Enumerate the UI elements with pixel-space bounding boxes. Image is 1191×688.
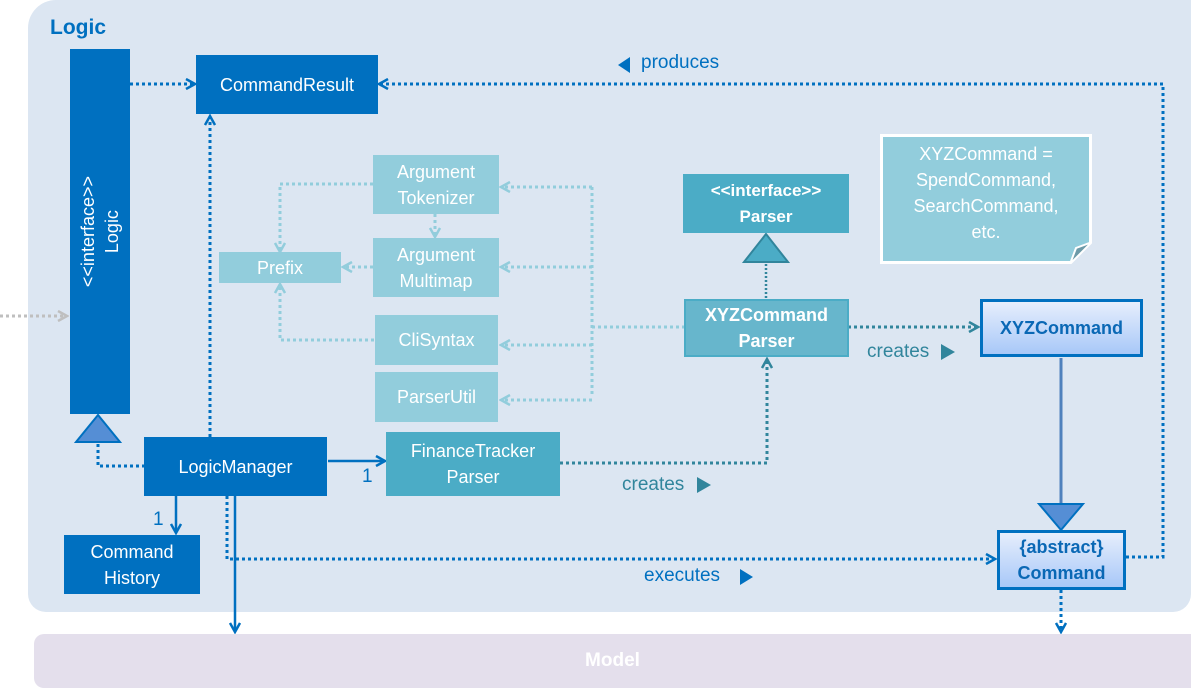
command-history-line2: History bbox=[103, 567, 160, 588]
logic-manager-box[interactable]: LogicManager bbox=[144, 437, 327, 496]
argument-multimap-box[interactable]: Argument Multimap bbox=[373, 238, 499, 297]
logic-interface-name: Logic bbox=[102, 209, 122, 254]
argument-multimap-line1: Argument bbox=[396, 244, 476, 265]
command-result-name: CommandResult bbox=[219, 74, 355, 95]
prefix-box[interactable]: Prefix bbox=[219, 252, 341, 283]
produces-label: produces bbox=[641, 52, 720, 73]
abstract-command-name: Command bbox=[1017, 563, 1106, 583]
parser-interface-name: Parser bbox=[739, 206, 793, 226]
cli-syntax-box[interactable]: CliSyntax bbox=[375, 315, 498, 365]
note-fold-corner-icon bbox=[1069, 241, 1092, 264]
parser-interface-box[interactable]: <<interface>> Parser bbox=[683, 174, 849, 233]
abstract-command-stereotype: {abstract} bbox=[1019, 537, 1104, 557]
note-line: SearchCommand, bbox=[913, 196, 1059, 216]
argument-tokenizer-line1: Argument bbox=[396, 161, 476, 182]
clisyntax-to-prefix-arrow bbox=[280, 284, 374, 342]
logic-interface-stereotype: <<interface>> bbox=[78, 175, 98, 288]
parser-util-box[interactable]: ParserUtil bbox=[375, 372, 498, 422]
executes-label: executes bbox=[644, 565, 721, 586]
cli-syntax-name: CliSyntax bbox=[398, 330, 475, 350]
logic-realization-line bbox=[96, 443, 145, 468]
finance-tracker-parser-box[interactable]: FinanceTracker Parser bbox=[386, 432, 560, 496]
note-line: etc. bbox=[971, 222, 1001, 242]
xyz-command-parser-line2: Parser bbox=[738, 331, 795, 351]
parser-util-name: ParserUtil bbox=[396, 387, 476, 407]
prefix-name: Prefix bbox=[256, 257, 303, 278]
creates-label-ftparser: creates bbox=[622, 474, 685, 495]
creates-label-xyz: creates bbox=[867, 341, 930, 362]
finance-tracker-parser-line1: FinanceTracker bbox=[410, 441, 536, 461]
executes-direction-icon bbox=[740, 569, 753, 585]
note-line: XYZCommand = bbox=[919, 144, 1053, 164]
parser-interface-stereotype: <<interface>> bbox=[710, 180, 822, 200]
logic-realization-triangle bbox=[73, 413, 123, 443]
creates-direction-icon-2 bbox=[697, 477, 711, 493]
logic-interface-box[interactable]: <<interface>> Logic bbox=[70, 49, 130, 414]
tokenizer-to-prefix-arrow bbox=[280, 182, 373, 252]
executes-arrow bbox=[225, 496, 995, 559]
argument-tokenizer-box[interactable]: Argument Tokenizer bbox=[373, 155, 499, 214]
history-multiplicity: 1 bbox=[153, 509, 164, 530]
finance-tracker-parser-line2: Parser bbox=[446, 467, 500, 487]
parser-realization-triangle bbox=[741, 232, 791, 263]
xyz-command-name: XYZCommand bbox=[999, 318, 1123, 338]
xyz-command-box[interactable]: XYZCommand bbox=[980, 299, 1143, 357]
note-line: SpendCommand, bbox=[915, 170, 1057, 190]
logic-manager-name: LogicManager bbox=[178, 456, 293, 477]
produces-direction-icon bbox=[618, 57, 630, 73]
command-history-line1: Command bbox=[90, 541, 174, 562]
inheritance-triangle bbox=[1036, 503, 1086, 532]
xyz-command-parser-line1: XYZCommand bbox=[704, 305, 828, 325]
abstract-command-box[interactable]: {abstract} Command bbox=[997, 530, 1126, 590]
argument-multimap-line2: Multimap bbox=[399, 270, 473, 291]
creates-direction-icon-1 bbox=[941, 344, 955, 360]
command-history-box[interactable]: Command History bbox=[64, 535, 200, 594]
ftparser-multiplicity: 1 bbox=[362, 466, 373, 487]
command-result-box[interactable]: CommandResult bbox=[196, 55, 378, 114]
xyz-command-parser-box[interactable]: XYZCommand Parser bbox=[684, 299, 849, 357]
xyz-command-note: XYZCommand = SpendCommand, SearchCommand… bbox=[880, 134, 1092, 264]
argument-tokenizer-line2: Tokenizer bbox=[397, 187, 475, 208]
